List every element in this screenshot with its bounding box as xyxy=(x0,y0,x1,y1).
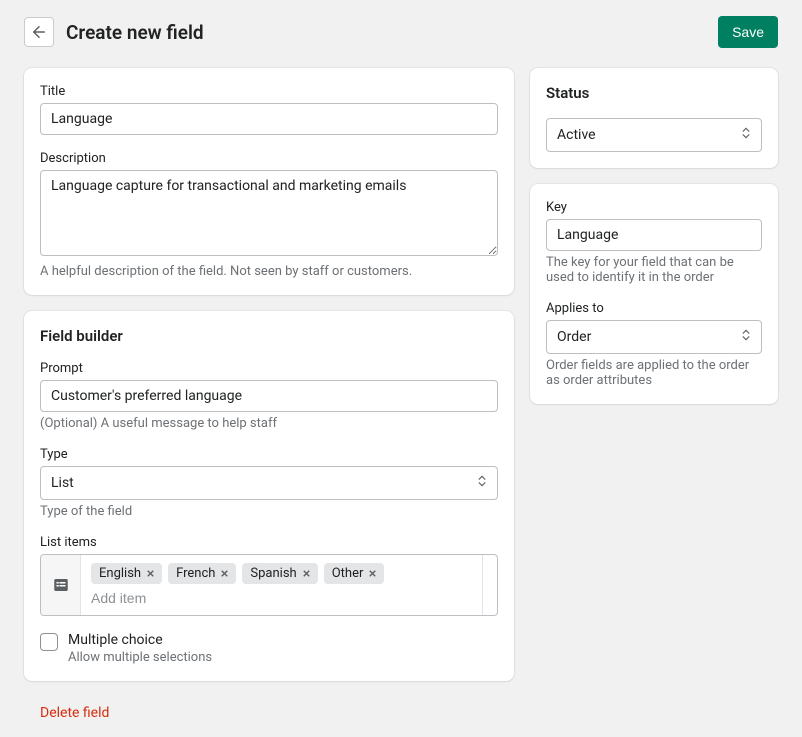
list-icon-col xyxy=(41,555,81,615)
type-field-group: Type List Type of the field xyxy=(40,447,498,519)
select-icon xyxy=(739,126,753,144)
list-items-box: English French Spanish xyxy=(40,554,498,616)
applies-value: Order xyxy=(557,329,591,345)
title-input[interactable] xyxy=(40,103,498,135)
header-bar: Create new field Save xyxy=(24,16,778,48)
type-label: Type xyxy=(40,447,498,462)
select-icon xyxy=(739,328,753,346)
tag-label: English xyxy=(99,566,141,581)
tag-remove-button[interactable] xyxy=(301,568,312,579)
field-builder-title: Field builder xyxy=(40,327,498,345)
list-items-label: List items xyxy=(40,535,498,550)
prompt-field-group: Prompt (Optional) A useful message to he… xyxy=(40,361,498,431)
multiple-choice-row: Multiple choice Allow multiple selection… xyxy=(40,632,498,665)
tag-row: English French Spanish xyxy=(91,563,472,584)
tag-label: Spanish xyxy=(250,566,296,581)
delete-field-link[interactable]: Delete field xyxy=(24,705,514,721)
description-help: A helpful description of the field. Not … xyxy=(40,264,498,279)
description-label: Description xyxy=(40,151,498,166)
applies-field-group: Applies to Order Order fields are applie… xyxy=(546,301,762,388)
status-value: Active xyxy=(557,127,596,143)
prompt-label: Prompt xyxy=(40,361,498,376)
list-item-tag: Spanish xyxy=(242,563,317,584)
tag-label: Other xyxy=(332,566,364,581)
status-select[interactable]: Active xyxy=(546,118,762,152)
description-field-group: Description Language capture for transac… xyxy=(40,151,498,279)
multiple-choice-sublabel: Allow multiple selections xyxy=(68,650,212,665)
checkbox-label-group: Multiple choice Allow multiple selection… xyxy=(68,632,212,665)
title-label: Title xyxy=(40,84,498,99)
type-select[interactable]: List xyxy=(40,466,498,500)
list-items-group: List items English French xyxy=(40,535,498,616)
tag-remove-button[interactable] xyxy=(219,568,230,579)
status-label: Status xyxy=(546,84,762,102)
field-builder-card: Field builder Prompt (Optional) A useful… xyxy=(24,311,514,681)
title-field-group: Title xyxy=(40,84,498,135)
main-columns: Title Description Language capture for t… xyxy=(24,68,778,721)
multiple-choice-label: Multiple choice xyxy=(68,632,212,648)
list-icon xyxy=(52,576,70,594)
type-help: Type of the field xyxy=(40,504,498,519)
key-input[interactable] xyxy=(546,219,762,251)
page-title: Create new field xyxy=(66,21,204,44)
key-help: The key for your field that can be used … xyxy=(546,255,762,285)
multiple-choice-checkbox[interactable] xyxy=(40,633,58,651)
arrow-left-icon xyxy=(30,23,48,41)
save-button[interactable]: Save xyxy=(718,16,778,48)
add-item-input[interactable] xyxy=(91,590,472,606)
header-left: Create new field xyxy=(24,17,204,47)
applies-label: Applies to xyxy=(546,301,762,316)
key-label: Key xyxy=(546,200,762,215)
status-card: Status Active xyxy=(530,68,778,168)
title-description-card: Title Description Language capture for t… xyxy=(24,68,514,295)
list-content: English French Spanish xyxy=(81,555,483,615)
left-column: Title Description Language capture for t… xyxy=(24,68,514,721)
applies-help: Order fields are applied to the order as… xyxy=(546,358,762,388)
tag-remove-button[interactable] xyxy=(145,568,156,579)
key-applies-card: Key The key for your field that can be u… xyxy=(530,184,778,404)
select-icon xyxy=(475,474,489,492)
prompt-input[interactable] xyxy=(40,380,498,412)
list-item-tag: English xyxy=(91,563,162,584)
applies-select[interactable]: Order xyxy=(546,320,762,354)
description-input[interactable]: Language capture for transactional and m… xyxy=(40,170,498,256)
prompt-help: (Optional) A useful message to help staf… xyxy=(40,416,498,431)
key-field-group: Key The key for your field that can be u… xyxy=(546,200,762,285)
list-item-tag: French xyxy=(168,563,236,584)
tag-label: French xyxy=(176,566,215,581)
right-column: Status Active Key The key for your field… xyxy=(530,68,778,404)
back-button[interactable] xyxy=(24,17,54,47)
list-item-tag: Other xyxy=(324,563,385,584)
tag-remove-button[interactable] xyxy=(367,568,378,579)
type-value: List xyxy=(51,475,74,491)
